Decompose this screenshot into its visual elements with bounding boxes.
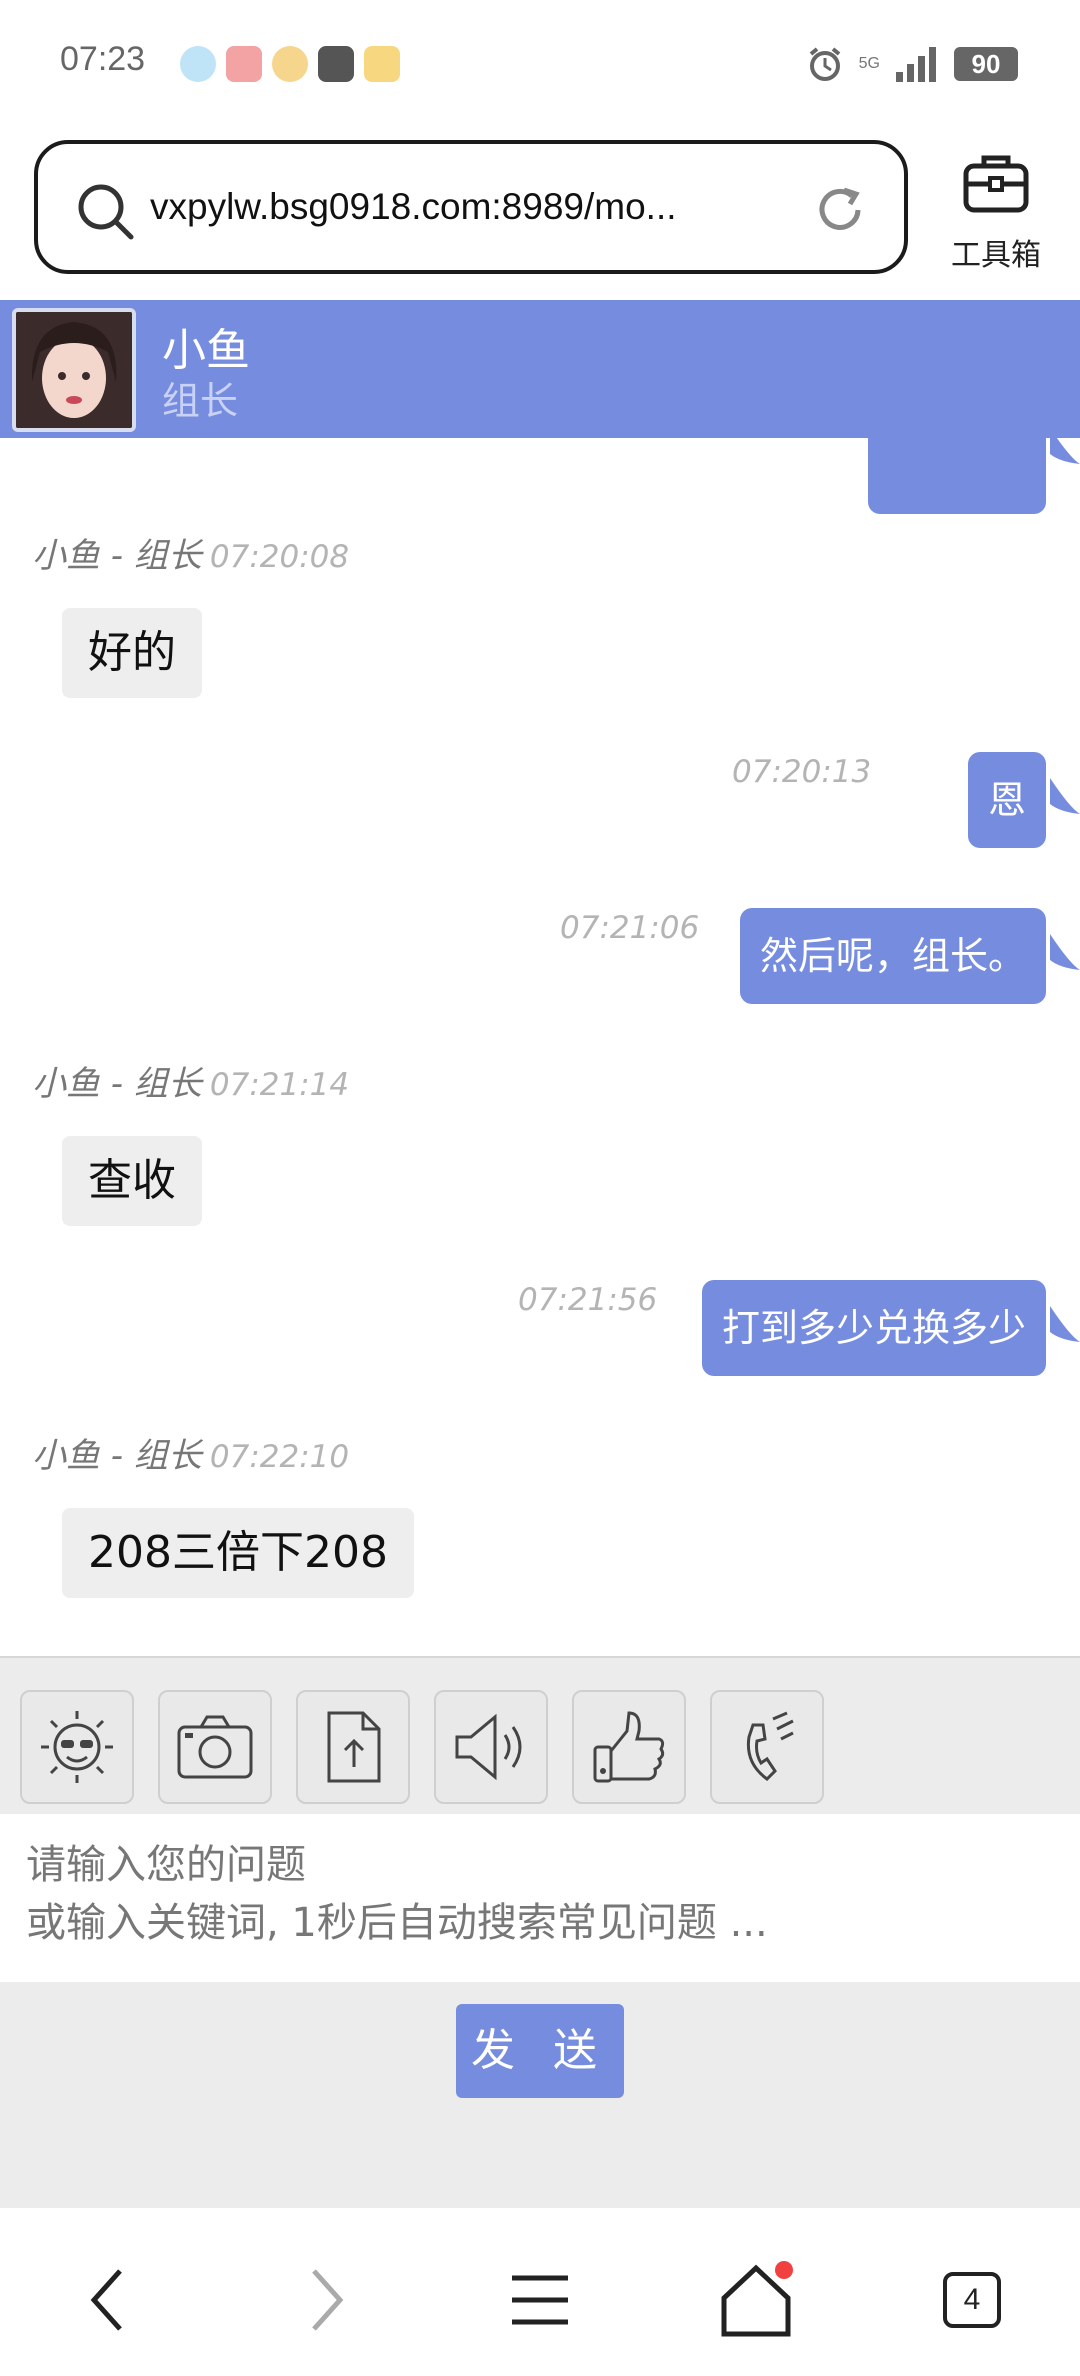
- message-bubble-incoming[interactable]: 查收: [62, 1136, 202, 1226]
- tabs-button[interactable]: 4: [922, 2250, 1022, 2350]
- tabs-icon: 4: [943, 2272, 1001, 2328]
- message-input[interactable]: 请输入您的问题 或输入关键词, 1秒后自动搜索常见问题 ...: [0, 1814, 1080, 1982]
- bubble-tail: [1050, 934, 1080, 970]
- emoji-icon: [41, 1711, 113, 1783]
- avatar-image: [16, 312, 132, 428]
- agent-role: 组长: [162, 379, 239, 423]
- toolbox-button[interactable]: 工具箱: [936, 146, 1056, 276]
- battery-indicator: 90: [954, 47, 1018, 81]
- refresh-icon[interactable]: [812, 182, 868, 238]
- bottom-navigation: 4: [0, 2208, 1080, 2376]
- app-notification-icon: [226, 46, 262, 82]
- message-time: 07:21:56: [518, 1282, 658, 1318]
- bubble-tail: [1050, 778, 1080, 814]
- input-placeholder: 请输入您的问题 或输入关键词, 1秒后自动搜索常见问题 ...: [26, 1842, 768, 1946]
- thumbs-up-button[interactable]: [572, 1690, 686, 1804]
- network-label: 5G: [858, 55, 880, 72]
- chat-screen: 07:23 5G 90 vxpylw.bsg0918.com:8989/mo..…: [0, 0, 1080, 2376]
- send-button[interactable]: 发 送: [456, 2004, 624, 2098]
- toolbox-icon: [963, 155, 1029, 213]
- status-time: 07:23: [60, 40, 146, 78]
- agent-name: 小鱼: [162, 325, 250, 376]
- tiktok-icon: [318, 46, 354, 82]
- voice-icon: [455, 1713, 522, 1781]
- search-icon: [78, 184, 134, 240]
- app-notification-icon: [180, 46, 216, 82]
- url-text[interactable]: vxpylw.bsg0918.com:8989/mo...: [150, 144, 810, 270]
- home-icon: [721, 2261, 793, 2337]
- chat-toolbar: [0, 1656, 1080, 1814]
- thumbs-up-icon: [593, 1711, 665, 1783]
- message-bubble-incoming[interactable]: 好的: [62, 608, 202, 698]
- signal-icon: [896, 47, 936, 82]
- status-right: 5G 90: [805, 44, 1018, 84]
- message-time: 07:21:14: [209, 1067, 350, 1103]
- message-time: 07:21:06: [560, 910, 700, 946]
- message-sender: 小鱼 - 组长: [32, 1064, 202, 1104]
- message-bubble-outgoing[interactable]: 恩: [967, 752, 1046, 848]
- send-area: 发 送: [0, 1982, 1080, 2208]
- message-meta: 小鱼 - 组长 07:22:10: [32, 1428, 349, 1477]
- url-bar[interactable]: vxpylw.bsg0918.com:8989/mo...: [34, 140, 908, 274]
- message-bubble-outgoing[interactable]: 然后呢，组长。: [739, 908, 1046, 1004]
- message-sender: 小鱼 - 组长: [32, 1436, 202, 1476]
- notification-icons: [180, 46, 400, 82]
- camera-button[interactable]: [158, 1690, 272, 1804]
- bubble-tail: [1050, 438, 1080, 464]
- message-time: 07:22:10: [209, 1439, 350, 1475]
- menu-icon: [512, 2275, 568, 2325]
- forward-button[interactable]: [276, 2250, 376, 2350]
- bubble-tail: [1050, 1306, 1080, 1342]
- status-bar: 07:23 5G 90: [0, 0, 1080, 130]
- camera-icon: [177, 1715, 253, 1779]
- file-upload-button[interactable]: [296, 1690, 410, 1804]
- message-time: 07:20:13: [732, 754, 872, 790]
- voice-button[interactable]: [434, 1690, 548, 1804]
- menu-button[interactable]: [490, 2250, 590, 2350]
- agent-avatar: [12, 308, 136, 432]
- message-bubble-incoming[interactable]: 208三倍下208: [62, 1508, 414, 1598]
- forward-icon: [312, 2269, 344, 2331]
- message-list[interactable]: 小鱼 - 组长 07:20:08 好的 07:20:13 恩 07:21:06 然…: [0, 438, 1080, 1656]
- message-meta: 小鱼 - 组长 07:20:08: [32, 528, 349, 577]
- chat-header: 小鱼 组长: [0, 300, 1080, 438]
- phone-button[interactable]: [710, 1690, 824, 1804]
- mail-icon: [364, 46, 400, 82]
- toolbox-label: 工具箱: [951, 238, 1041, 273]
- message-bubble-outgoing[interactable]: 打到多少兑换多少: [701, 1280, 1046, 1376]
- back-button[interactable]: [58, 2250, 158, 2350]
- phone-icon: [746, 1711, 794, 1781]
- message-meta: 小鱼 - 组长 07:21:14: [32, 1056, 349, 1105]
- back-icon: [90, 2269, 122, 2331]
- emoji-button[interactable]: [20, 1690, 134, 1804]
- weibo-icon: [272, 46, 308, 82]
- message-sender: 小鱼 - 组长: [32, 536, 202, 576]
- alarm-icon: [809, 47, 840, 81]
- message-time: 07:20:08: [209, 539, 350, 575]
- message-bubble-partial: [868, 438, 1046, 514]
- file-upload-icon: [327, 1711, 381, 1783]
- home-button[interactable]: [706, 2250, 806, 2350]
